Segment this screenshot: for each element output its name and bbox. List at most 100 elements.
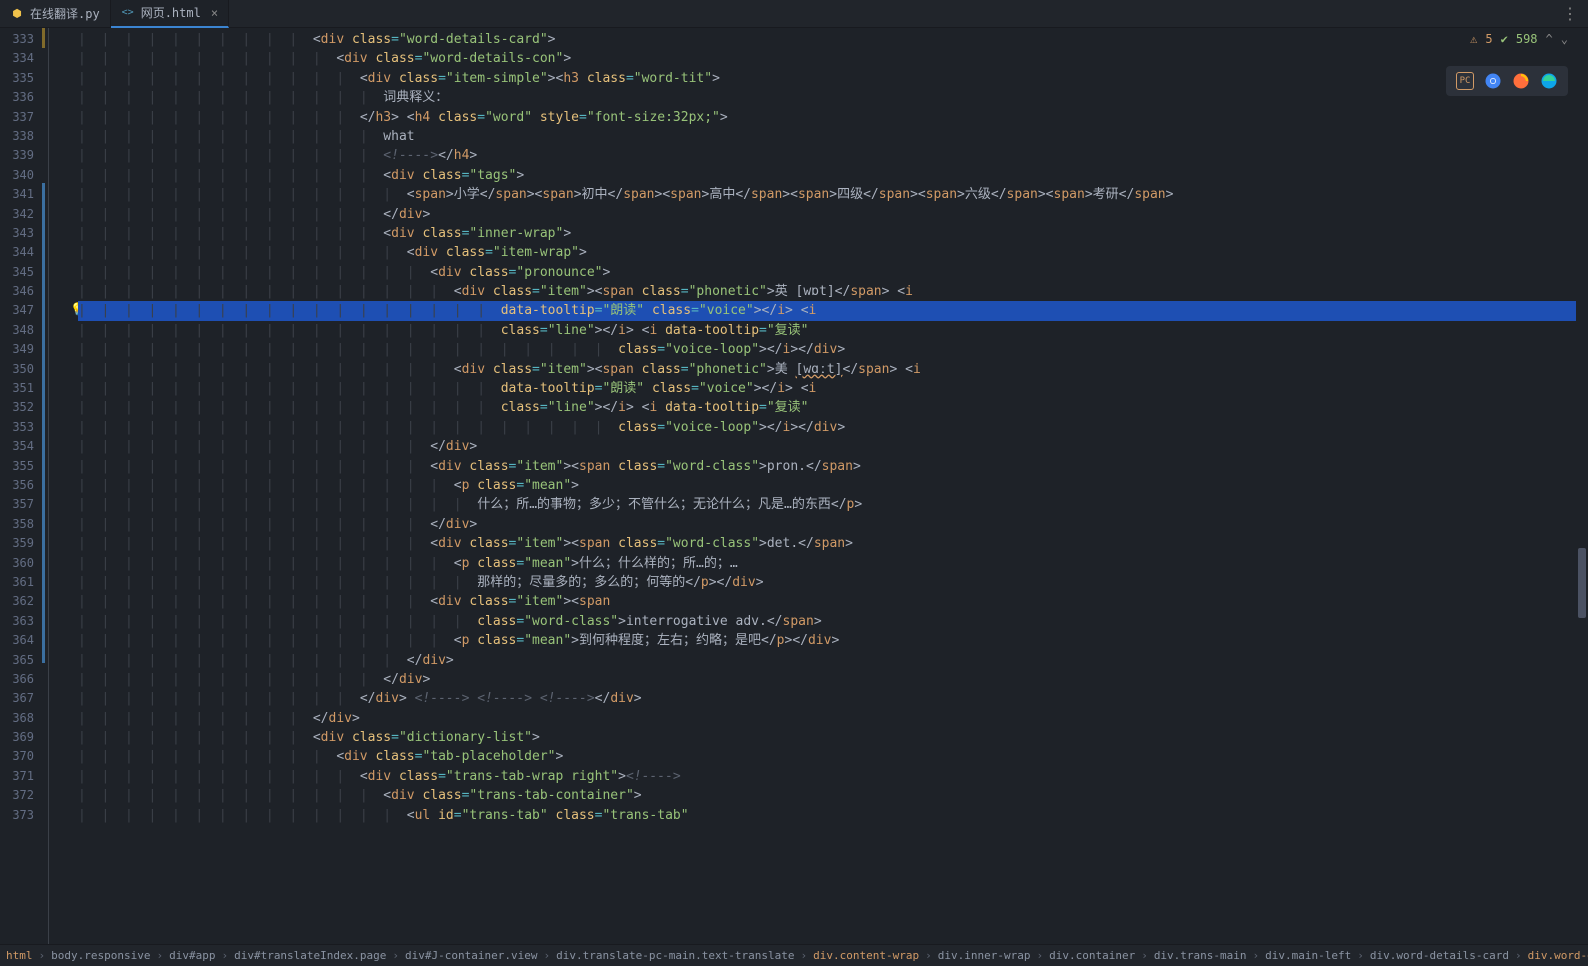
line-number: 363 (0, 612, 34, 631)
html-file-icon (121, 6, 135, 20)
code-line[interactable]: | | | | | | | | | | | | | <div class="in… (78, 224, 1588, 243)
nav-up-icon[interactable]: ^ (1546, 32, 1553, 46)
code-line[interactable]: | | | | | | | | | | | | | | | | <p class… (78, 554, 1588, 573)
check-count: 598 (1516, 32, 1538, 46)
code-line[interactable]: | | | | | | | | | | | | | | | | <p class… (78, 631, 1588, 650)
line-number: 357 (0, 495, 34, 514)
pycharm-preview-icon[interactable]: PC (1456, 72, 1474, 90)
chevron-right-icon: › (921, 949, 936, 962)
code-line[interactable]: | | | | | | | | | | | | </div> <!----> <… (78, 689, 1588, 708)
line-number: 336 (0, 88, 34, 107)
tab-bar: 在线翻译.py 网页.html × ⋮ (0, 0, 1588, 28)
code-line[interactable]: | | | | | | | | | | | | | | <div class="… (78, 243, 1588, 262)
code-line[interactable]: | | | | | | | | | | | | | </div> (78, 670, 1588, 689)
code-line[interactable]: | | | | | | | | | | | | </h3> <h4 class=… (78, 108, 1588, 127)
line-number: 343 (0, 224, 34, 243)
breadcrumb-item[interactable]: div.word-details-con (1526, 949, 1588, 962)
code-line[interactable]: | | | | | | | | | | | | | | | | <p class… (78, 476, 1588, 495)
fold-gutter: 💡 (42, 28, 78, 944)
breadcrumb-item[interactable]: div.main-left (1263, 949, 1353, 962)
check-icon: ✔ (1501, 32, 1508, 46)
code-line[interactable]: | | | | | | | | | | | | | | | </div> (78, 515, 1588, 534)
code-line[interactable]: | | | | | | | | | | | | | <!----></h4> (78, 146, 1588, 165)
code-line[interactable]: | | | | | | | | | | | | | | </div> (78, 651, 1588, 670)
code-line[interactable]: | | | | | | | | | | | | | | | | <div cla… (78, 282, 1588, 301)
code-line[interactable]: | | | | | | | | | | | <div class="word-d… (78, 49, 1588, 68)
code-line[interactable]: | | | | | | | | | | | | | 词典释义： (78, 88, 1588, 107)
code-line[interactable]: | | | | | | | | | | | | | | | | | | | | … (78, 418, 1588, 437)
line-number: 351 (0, 379, 34, 398)
code-line[interactable]: | | | | | | | | | | | | | | | <div class… (78, 592, 1588, 611)
line-number: 355 (0, 457, 34, 476)
edge-icon[interactable] (1540, 72, 1558, 90)
close-icon[interactable]: × (211, 6, 218, 20)
breadcrumb-item[interactable]: div.trans-main (1152, 949, 1249, 962)
firefox-icon[interactable] (1512, 72, 1530, 90)
code-line[interactable]: | | | | | | | | | | | <div class="tab-pl… (78, 747, 1588, 766)
line-number: 369 (0, 728, 34, 747)
chevron-right-icon: › (1249, 949, 1264, 962)
chevron-right-icon: › (1353, 949, 1368, 962)
tab-python-file[interactable]: 在线翻译.py (0, 0, 111, 28)
scrollbar-thumb[interactable] (1578, 548, 1586, 618)
breadcrumb-item[interactable]: div.inner-wrap (936, 949, 1033, 962)
tab-overflow-menu[interactable]: ⋮ (1562, 4, 1588, 23)
breadcrumb-item[interactable]: body.responsive (49, 949, 152, 962)
line-number: 361 (0, 573, 34, 592)
code-content[interactable]: | | | | | | | | | | <div class="word-det… (78, 28, 1588, 944)
code-line[interactable]: | | | | | | | | | | | | | | | <div class… (78, 263, 1588, 282)
line-number: 365 (0, 651, 34, 670)
code-line[interactable]: | | | | | | | | | | | | | | | <div class… (78, 534, 1588, 553)
code-line[interactable]: | | | | | | | | | | <div class="dictiona… (78, 728, 1588, 747)
vertical-scrollbar[interactable] (1576, 28, 1588, 944)
line-number: 333 (0, 30, 34, 49)
python-file-icon (10, 7, 24, 21)
breadcrumb-item[interactable]: div.translate-pc-main.text-translate (554, 949, 796, 962)
line-number: 371 (0, 767, 34, 786)
line-number: 335 (0, 69, 34, 88)
code-line[interactable]: | | | | | | | | | | | | | | | | | class=… (78, 612, 1588, 631)
code-line[interactable]: | | | | | | | | | | | | | <div class="ta… (78, 166, 1588, 185)
breadcrumb-item[interactable]: div#translateIndex.page (232, 949, 388, 962)
code-line[interactable]: | | | | | | | | | | | | | | | | | | | | … (78, 340, 1588, 359)
code-line[interactable]: | | | | | | | | | | | | | | | | | 什么；所…的… (78, 495, 1588, 514)
breadcrumb-item[interactable]: html (4, 949, 35, 962)
line-number: 354 (0, 437, 34, 456)
line-number: 350 (0, 360, 34, 379)
code-line[interactable]: | | | | | | | | | | </div> (78, 709, 1588, 728)
code-line[interactable]: | | | | | | | | | | <div class="word-det… (78, 30, 1588, 49)
code-line[interactable]: | | | | | | | | | | | | | </div> (78, 205, 1588, 224)
line-number: 353 (0, 418, 34, 437)
code-line[interactable]: | | | | | | | | | | | | | | | | <div cla… (78, 360, 1588, 379)
line-number: 345 (0, 263, 34, 282)
nav-down-icon[interactable]: ⌄ (1561, 32, 1568, 46)
chevron-right-icon: › (1032, 949, 1047, 962)
code-line[interactable]: | | | | | | | | | | | | | what (78, 127, 1588, 146)
code-editor[interactable]: 3333343353363373383393403413423433443453… (0, 28, 1588, 944)
chrome-icon[interactable] (1484, 72, 1502, 90)
line-number: 340 (0, 166, 34, 185)
code-line[interactable]: | | | | | | | | | | | | | | | <div class… (78, 457, 1588, 476)
browser-preview-bar: PC (1446, 66, 1568, 96)
tab-html-file[interactable]: 网页.html × (111, 0, 229, 28)
breadcrumb-item[interactable]: div.word-details-card (1368, 949, 1511, 962)
line-number: 364 (0, 631, 34, 650)
chevron-right-icon: › (35, 949, 50, 962)
line-number: 356 (0, 476, 34, 495)
code-line[interactable]: | | | | | | | | | | | | <div class="item… (78, 69, 1588, 88)
code-line[interactable]: | | | | | | | | | | | | <div class="tran… (78, 767, 1588, 786)
inspection-status[interactable]: ⚠ 5 ✔ 598 ^ ⌄ (1470, 32, 1568, 46)
code-line[interactable]: | | | | | | | | | | | | | | | | | | clas… (78, 321, 1588, 340)
code-line[interactable]: | | | | | | | | | | | | | | | | | | data… (78, 301, 1588, 320)
code-line[interactable]: | | | | | | | | | | | | | <div class="tr… (78, 786, 1588, 805)
code-line[interactable]: | | | | | | | | | | | | | | <ul id="tran… (78, 806, 1588, 825)
code-line[interactable]: | | | | | | | | | | | | | | | | | | data… (78, 379, 1588, 398)
code-line[interactable]: | | | | | | | | | | | | | | | | | 那样的；尽量… (78, 573, 1588, 592)
breadcrumb-item[interactable]: div.container (1047, 949, 1137, 962)
code-line[interactable]: | | | | | | | | | | | | | | <span>小学</sp… (78, 185, 1588, 204)
breadcrumb-item[interactable]: div#app (167, 949, 217, 962)
breadcrumb-item[interactable]: div#J-container.view (403, 949, 539, 962)
breadcrumb-item[interactable]: div.content-wrap (811, 949, 921, 962)
code-line[interactable]: | | | | | | | | | | | | | | | | | | clas… (78, 398, 1588, 417)
code-line[interactable]: | | | | | | | | | | | | | | | </div> (78, 437, 1588, 456)
